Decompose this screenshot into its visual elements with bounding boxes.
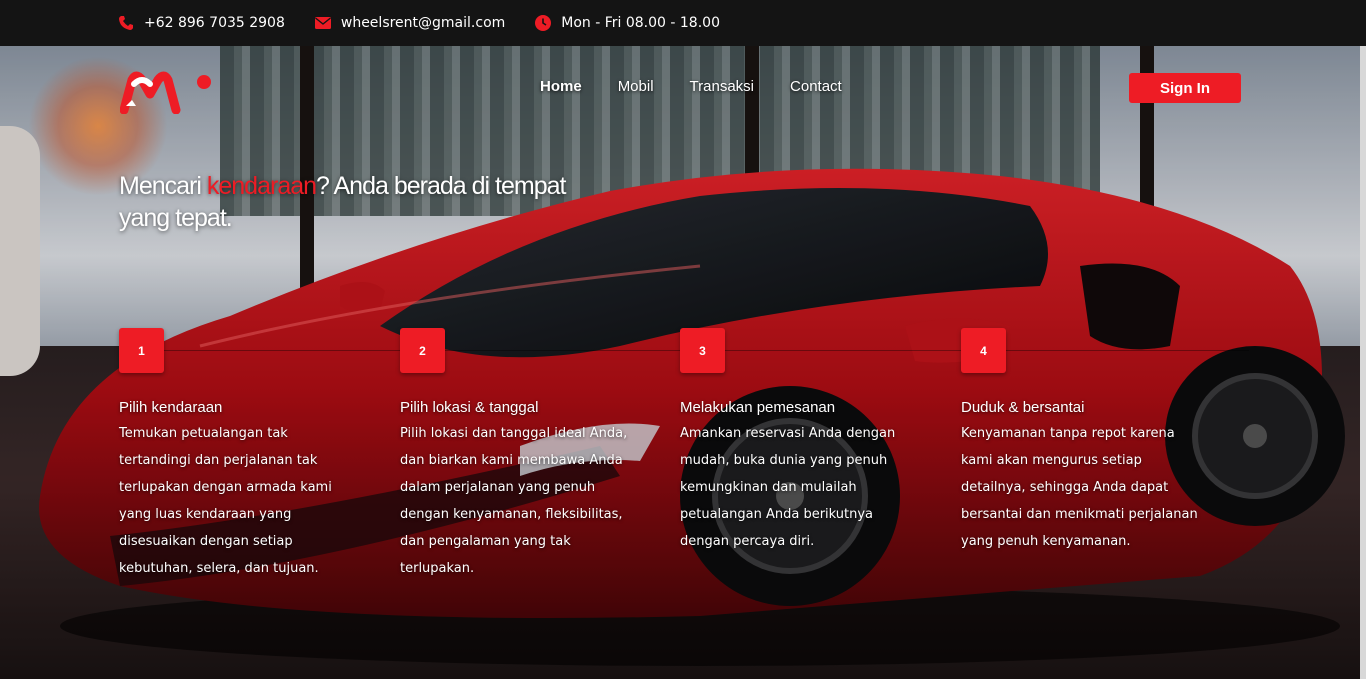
step-card: 4 Duduk & bersantai Kenyamanan tanpa rep… [961, 328, 1201, 555]
nav-link-transaksi[interactable]: Transaksi [690, 78, 754, 95]
step-description: Kenyamanan tanpa repot karena kami akan … [961, 426, 1198, 549]
phone-icon [118, 15, 134, 31]
step-card: 2 Pilih lokasi & tanggal Pilih lokasi da… [400, 328, 640, 582]
step-description: Temukan petualangan tak tertandingi dan … [119, 426, 332, 576]
step-number-badge: 4 [961, 328, 1006, 373]
step-card: 1 Pilih kendaraan Temukan petualangan ta… [119, 328, 359, 582]
business-hours: Mon - Fri 08.00 - 18.00 [535, 15, 720, 31]
headline-prefix: Mencari [119, 172, 207, 200]
step-description: Pilih lokasi dan tanggal ideal Anda, dan… [400, 426, 628, 576]
main-navbar: Home Mobil Transaksi Contact Sign In [0, 46, 1366, 130]
step-title: Duduk & bersantai [961, 399, 1085, 416]
top-info-bar: +62 896 7035 2908 wheelsrent@gmail.com M… [0, 0, 1366, 46]
nav-link-home[interactable]: Home [540, 78, 582, 95]
sign-in-button[interactable]: Sign In [1129, 73, 1241, 103]
nav-link-mobil[interactable]: Mobil [618, 78, 654, 95]
step-title: Pilih kendaraan [119, 399, 223, 416]
step-number-badge: 1 [119, 328, 164, 373]
headline-accent: kendaraan [206, 172, 317, 200]
step-number-badge: 3 [680, 328, 725, 373]
hours-text: Mon - Fri 08.00 - 18.00 [561, 15, 720, 31]
step-number-badge: 2 [400, 328, 445, 373]
how-it-works-steps: 1 Pilih kendaraan Temukan petualangan ta… [119, 328, 1249, 588]
email-address: wheelsrent@gmail.com [340, 15, 506, 31]
step-title: Pilih lokasi & tanggal [400, 399, 539, 416]
nav-link-contact[interactable]: Contact [790, 78, 842, 95]
step-description: Amankan reservasi Anda dengan mudah, buk… [680, 426, 896, 549]
nav-links: Home Mobil Transaksi Contact [540, 78, 878, 95]
hero-headline: Mencari kendaraan? Anda berada di tempat… [119, 170, 599, 234]
step-card: 3 Melakukan pemesanan Amankan reservasi … [680, 328, 920, 555]
clock-icon [535, 15, 552, 31]
step-title: Melakukan pemesanan [680, 399, 836, 416]
page-scrollbar[interactable] [1360, 46, 1366, 679]
email-contact[interactable]: wheelsrent@gmail.com [314, 15, 506, 31]
envelope-icon [314, 15, 331, 31]
phone-contact[interactable]: +62 896 7035 2908 [118, 15, 285, 31]
phone-number: +62 896 7035 2908 [144, 15, 285, 31]
wheelsrent-logo[interactable] [120, 70, 218, 114]
